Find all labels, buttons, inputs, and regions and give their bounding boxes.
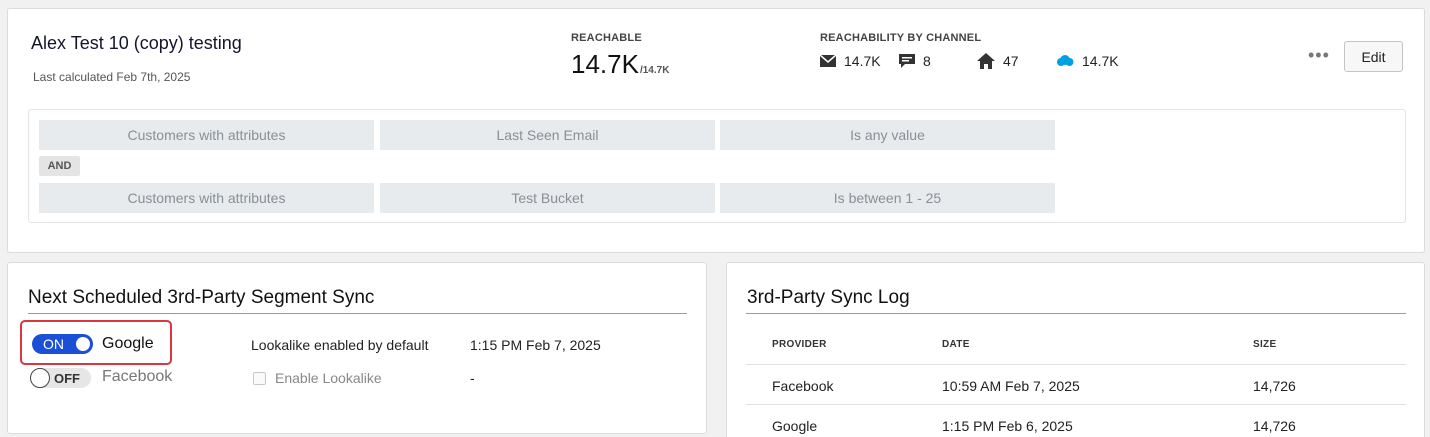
channel-sms-value: 8 xyxy=(923,53,931,69)
reachable-total: /14.7K xyxy=(639,65,670,76)
log-size-cell: 14,726 xyxy=(1253,418,1296,434)
log-provider-cell: Facebook xyxy=(772,378,834,394)
criteria-chip: Customers with attributes xyxy=(39,183,374,213)
log-provider-cell: Google xyxy=(772,418,818,434)
reachable-value: 14.7K/14.7K xyxy=(571,49,669,80)
more-options-icon[interactable]: ••• xyxy=(1308,45,1330,66)
chat-bubble-icon xyxy=(899,54,915,68)
criteria-chip: Is between 1 - 25 xyxy=(720,183,1055,213)
column-header-date: DATE xyxy=(942,339,970,350)
google-toggle[interactable]: ON xyxy=(32,334,93,354)
channel-sms: 8 xyxy=(899,53,931,69)
channel-mail: 47 xyxy=(977,53,1019,69)
reachable-count: 14.7K xyxy=(571,49,639,79)
provider-google: Google xyxy=(102,335,154,352)
log-date-cell: 10:59 AM Feb 7, 2025 xyxy=(942,378,1080,394)
sync-log-title: 3rd-Party Sync Log xyxy=(747,287,910,308)
edit-button[interactable]: Edit xyxy=(1344,41,1403,72)
last-calculated: Last calculated Feb 7th, 2025 xyxy=(33,70,191,84)
facebook-toggle[interactable]: OFF xyxy=(30,368,91,388)
channel-mail-value: 47 xyxy=(1003,53,1019,69)
channel-email-value: 14.7K xyxy=(844,53,881,69)
log-date-cell: 1:15 PM Feb 6, 2025 xyxy=(942,418,1073,434)
column-header-size: SIZE xyxy=(1253,339,1277,350)
criteria-chip: Is any value xyxy=(720,120,1055,150)
and-conjunction-badge: AND xyxy=(39,156,80,176)
channel-email: 14.7K xyxy=(820,53,881,69)
row-divider xyxy=(746,364,1406,365)
criteria-chip: Test Bucket xyxy=(380,183,715,213)
scheduled-sync-card: Next Scheduled 3rd-Party Segment Sync ON… xyxy=(7,262,707,434)
toggle-off-label: OFF xyxy=(54,370,80,386)
criteria-chip: Customers with attributes xyxy=(39,120,374,150)
channels-label: REACHABILITY BY CHANNEL xyxy=(820,32,982,44)
enable-lookalike-checkbox[interactable] xyxy=(253,372,266,385)
facebook-next-sync-time: - xyxy=(470,370,475,386)
column-header-provider: PROVIDER xyxy=(772,339,827,350)
title-divider xyxy=(746,313,1406,314)
toggle-on-label: ON xyxy=(43,336,64,352)
toggle-knob xyxy=(30,368,50,388)
channel-salesforce: 14.7K xyxy=(1056,53,1119,69)
salesforce-cloud-icon xyxy=(1057,55,1074,66)
google-next-sync-time: 1:15 PM Feb 7, 2025 xyxy=(470,337,601,353)
sync-log-card: 3rd-Party Sync Log PROVIDER DATE SIZE Fa… xyxy=(726,262,1425,437)
segment-criteria: Customers with attributes Last Seen Emai… xyxy=(28,109,1406,223)
enable-lookalike-label: Enable Lookalike xyxy=(275,370,382,386)
row-divider xyxy=(746,404,1406,405)
reachable-label: REACHABLE xyxy=(571,32,642,44)
channel-salesforce-value: 14.7K xyxy=(1082,53,1119,69)
criteria-chip: Last Seen Email xyxy=(380,120,715,150)
title-divider xyxy=(28,313,687,314)
toggle-knob xyxy=(76,337,90,351)
log-size-cell: 14,726 xyxy=(1253,378,1296,394)
home-icon xyxy=(977,53,995,69)
scheduled-sync-title: Next Scheduled 3rd-Party Segment Sync xyxy=(28,287,375,308)
segment-title: Alex Test 10 (copy) testing xyxy=(31,33,242,53)
envelope-icon xyxy=(820,55,836,67)
segment-summary-card: Alex Test 10 (copy) testing Last calcula… xyxy=(7,8,1425,253)
provider-facebook: Facebook xyxy=(102,368,173,385)
lookalike-default-label: Lookalike enabled by default xyxy=(251,337,429,353)
